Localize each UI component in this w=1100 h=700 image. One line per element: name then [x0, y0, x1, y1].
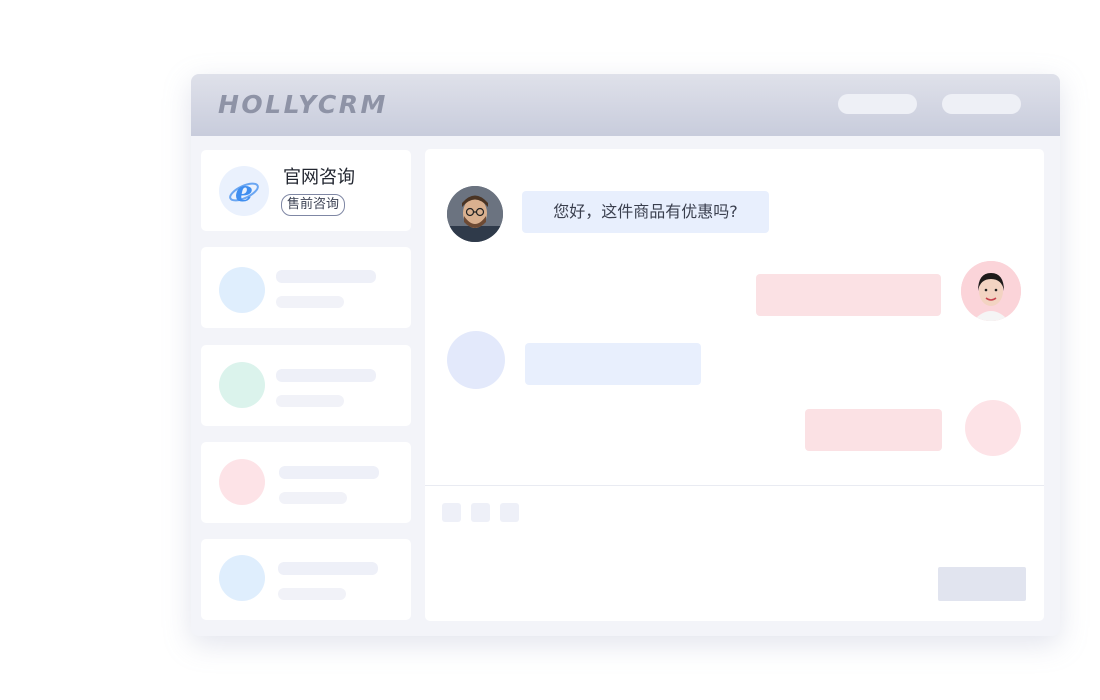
session-line-placeholder [279, 466, 379, 479]
session-avatar-placeholder [219, 555, 265, 601]
svg-text:e: e [235, 175, 253, 208]
title-bar: HOLLYCRM [191, 74, 1060, 136]
incoming-message-placeholder [525, 343, 701, 385]
session-line-placeholder [278, 562, 378, 575]
avatar-placeholder [965, 400, 1021, 456]
session-line-placeholder [276, 395, 344, 407]
chat-panel: 您好，这件商品有优惠吗? [425, 149, 1044, 621]
session-line-placeholder [276, 296, 344, 308]
session-line-placeholder [276, 369, 376, 382]
header-button-2[interactable] [942, 94, 1021, 114]
avatar-placeholder [447, 331, 505, 389]
session-tag: 售前咨询 [281, 194, 346, 216]
outgoing-message-placeholder [805, 409, 942, 451]
file-tool-icon[interactable] [500, 503, 519, 522]
brand-logo: HOLLYCRM [218, 90, 388, 119]
session-card-5[interactable] [201, 539, 411, 620]
ie-browser-icon: e [219, 166, 269, 216]
session-card-2[interactable] [201, 247, 411, 328]
session-card-active[interactable]: e 官网咨询 售前咨询 [201, 150, 411, 231]
session-title: 官网咨询 [283, 167, 355, 188]
image-tool-icon[interactable] [471, 503, 490, 522]
session-line-placeholder [276, 270, 376, 283]
session-avatar-placeholder [219, 267, 265, 313]
session-avatar-placeholder [219, 459, 265, 505]
agent-avatar [961, 261, 1021, 321]
session-avatar-placeholder [219, 362, 265, 408]
composer-divider [425, 485, 1044, 486]
emoji-tool-icon[interactable] [442, 503, 461, 522]
send-button[interactable] [938, 567, 1026, 601]
session-line-placeholder [279, 492, 347, 504]
customer-avatar [447, 186, 503, 242]
session-card-4[interactable] [201, 442, 411, 523]
outgoing-message-placeholder [756, 274, 941, 316]
session-line-placeholder [278, 588, 346, 600]
crm-window: HOLLYCRM e 官网咨询 售前咨询 您好，这件商品有优惠吗? [191, 74, 1060, 636]
incoming-message-bubble: 您好，这件商品有优惠吗? [522, 191, 769, 233]
header-button-1[interactable] [838, 94, 917, 114]
session-card-3[interactable] [201, 345, 411, 426]
